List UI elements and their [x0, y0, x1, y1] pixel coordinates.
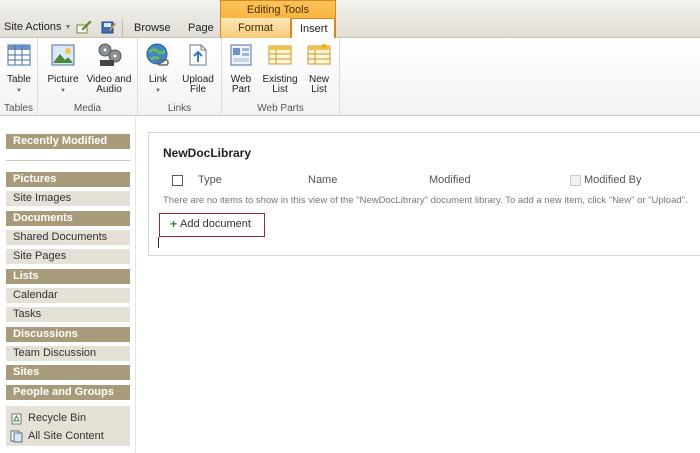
column-modified[interactable]: Modified — [429, 174, 471, 186]
edit-page-icon[interactable] — [76, 20, 92, 34]
tab-browse[interactable]: Browse — [126, 18, 176, 38]
chevron-down-icon: ▼ — [60, 88, 66, 94]
text-cursor — [158, 237, 159, 248]
ribbon-group-media: Picture ▼ Video and Audio Media — [38, 38, 138, 116]
table-label: Table — [7, 74, 31, 85]
upload-file-button[interactable]: Upload File — [178, 42, 218, 95]
column-type[interactable]: Type — [198, 174, 222, 186]
ribbon: Table ▼ Tables Picture ▼ Video and Audio… — [0, 38, 700, 116]
chevron-down-icon: ▼ — [155, 88, 161, 94]
upload-file-label: Upload File — [182, 74, 214, 95]
link-label: Link — [148, 74, 168, 85]
nav-heading-discussions[interactable]: Discussions — [6, 327, 130, 342]
nav-heading-pictures[interactable]: Pictures — [6, 172, 130, 187]
site-actions-menu[interactable]: Site Actions ▼ — [4, 21, 71, 33]
ribbon-group-links: Link ▼ Upload File Links — [138, 38, 222, 116]
document-library-webpart: NewDocLibrary Type Name Modified Modifie… — [148, 132, 700, 256]
tab-separator — [122, 19, 123, 37]
all-site-content-link[interactable]: All Site Content — [10, 428, 104, 444]
group-label-links: Links — [167, 103, 192, 114]
link-button[interactable]: Link ▼ — [142, 42, 174, 96]
upload-file-icon — [189, 44, 207, 66]
table-button[interactable]: Table ▼ — [4, 42, 34, 96]
web-part-label: Web Part — [230, 74, 252, 95]
nav-divider — [6, 160, 130, 161]
all-site-content-label: All Site Content — [28, 430, 104, 442]
tab-insert[interactable]: Insert — [291, 18, 335, 39]
new-list-label: New List — [308, 74, 329, 95]
new-list-button[interactable]: New List — [304, 42, 334, 95]
nav-item-tasks[interactable]: Tasks — [6, 307, 130, 322]
nav-bottom-links: Recycle Bin All Site Content — [6, 406, 130, 446]
sharepoint-page: Site Actions ▼ Browse Page Editing Tools… — [0, 0, 700, 453]
add-document-highlight: + Add document — [159, 213, 265, 237]
video-audio-label: Video and Audio — [86, 74, 132, 95]
picture-icon — [51, 44, 75, 66]
nav-item-calendar[interactable]: Calendar — [6, 288, 130, 303]
nav-heading-sites[interactable]: Sites — [6, 365, 130, 380]
picture-button[interactable]: Picture ▼ — [46, 42, 80, 96]
select-all-checkbox[interactable] — [172, 175, 183, 186]
column-filter-checkbox — [570, 175, 581, 186]
nav-item-shared-documents[interactable]: Shared Documents — [6, 230, 130, 245]
chevron-down-icon: ▼ — [16, 88, 22, 94]
editing-tools-label: Editing Tools — [246, 4, 310, 16]
left-navigation: Recently Modified Pictures Site Images D… — [0, 117, 136, 453]
table-icon — [7, 44, 31, 66]
existing-list-icon — [268, 45, 292, 65]
top-tab-bar: Site Actions ▼ Browse Page Editing Tools… — [0, 0, 700, 54]
recycle-bin-link[interactable]: Recycle Bin — [10, 410, 86, 426]
group-label-tables: Tables — [4, 103, 33, 114]
nav-item-site-pages[interactable]: Site Pages — [6, 249, 130, 264]
chevron-down-icon: ▼ — [64, 23, 72, 31]
existing-list-label: Existing List — [262, 74, 298, 95]
web-part-icon — [230, 44, 252, 66]
nav-heading-documents[interactable]: Documents — [6, 211, 130, 226]
new-list-icon — [307, 43, 331, 65]
tab-page[interactable]: Page — [180, 18, 220, 38]
editing-tools-group: Editing Tools Format Text Insert — [220, 0, 336, 54]
group-label-media: Media — [73, 103, 102, 114]
plus-icon: + — [170, 216, 178, 231]
video-audio-button[interactable]: Video and Audio — [84, 42, 134, 95]
film-reel-icon — [98, 43, 122, 66]
ribbon-group-tables: Table ▼ Tables — [0, 38, 38, 116]
site-content-icon — [10, 430, 23, 442]
recycle-bin-label: Recycle Bin — [28, 412, 87, 424]
save-page-icon[interactable] — [101, 20, 117, 34]
nav-heading-lists[interactable]: Lists — [6, 269, 130, 284]
picture-label: Picture — [47, 74, 79, 85]
web-part-button[interactable]: Web Part — [226, 42, 256, 95]
site-actions-label: Site Actions — [4, 21, 62, 33]
empty-library-message: There are no items to show in this view … — [163, 195, 688, 206]
group-label-web-parts: Web Parts — [257, 103, 304, 114]
recycle-bin-icon — [11, 413, 22, 424]
nav-recently-modified[interactable]: Recently Modified — [6, 134, 130, 149]
library-title[interactable]: NewDocLibrary — [163, 146, 251, 160]
globe-link-icon — [146, 43, 169, 66]
ribbon-group-web-parts: Web Part Existing List New List Web Part… — [222, 38, 340, 116]
column-header-row: Type Name Modified Modified By — [149, 173, 700, 189]
nav-item-team-discussion[interactable]: Team Discussion — [6, 346, 130, 361]
nav-heading-people-groups[interactable]: People and Groups — [6, 385, 130, 400]
column-modified-by[interactable]: Modified By — [584, 174, 641, 186]
tab-format-text[interactable]: Format Text — [221, 18, 291, 54]
column-name[interactable]: Name — [308, 174, 337, 186]
nav-item-site-images[interactable]: Site Images — [6, 191, 130, 206]
existing-list-button[interactable]: Existing List — [260, 42, 300, 95]
add-document-button[interactable]: + Add document — [170, 216, 251, 231]
add-document-label: Add document — [180, 218, 251, 230]
